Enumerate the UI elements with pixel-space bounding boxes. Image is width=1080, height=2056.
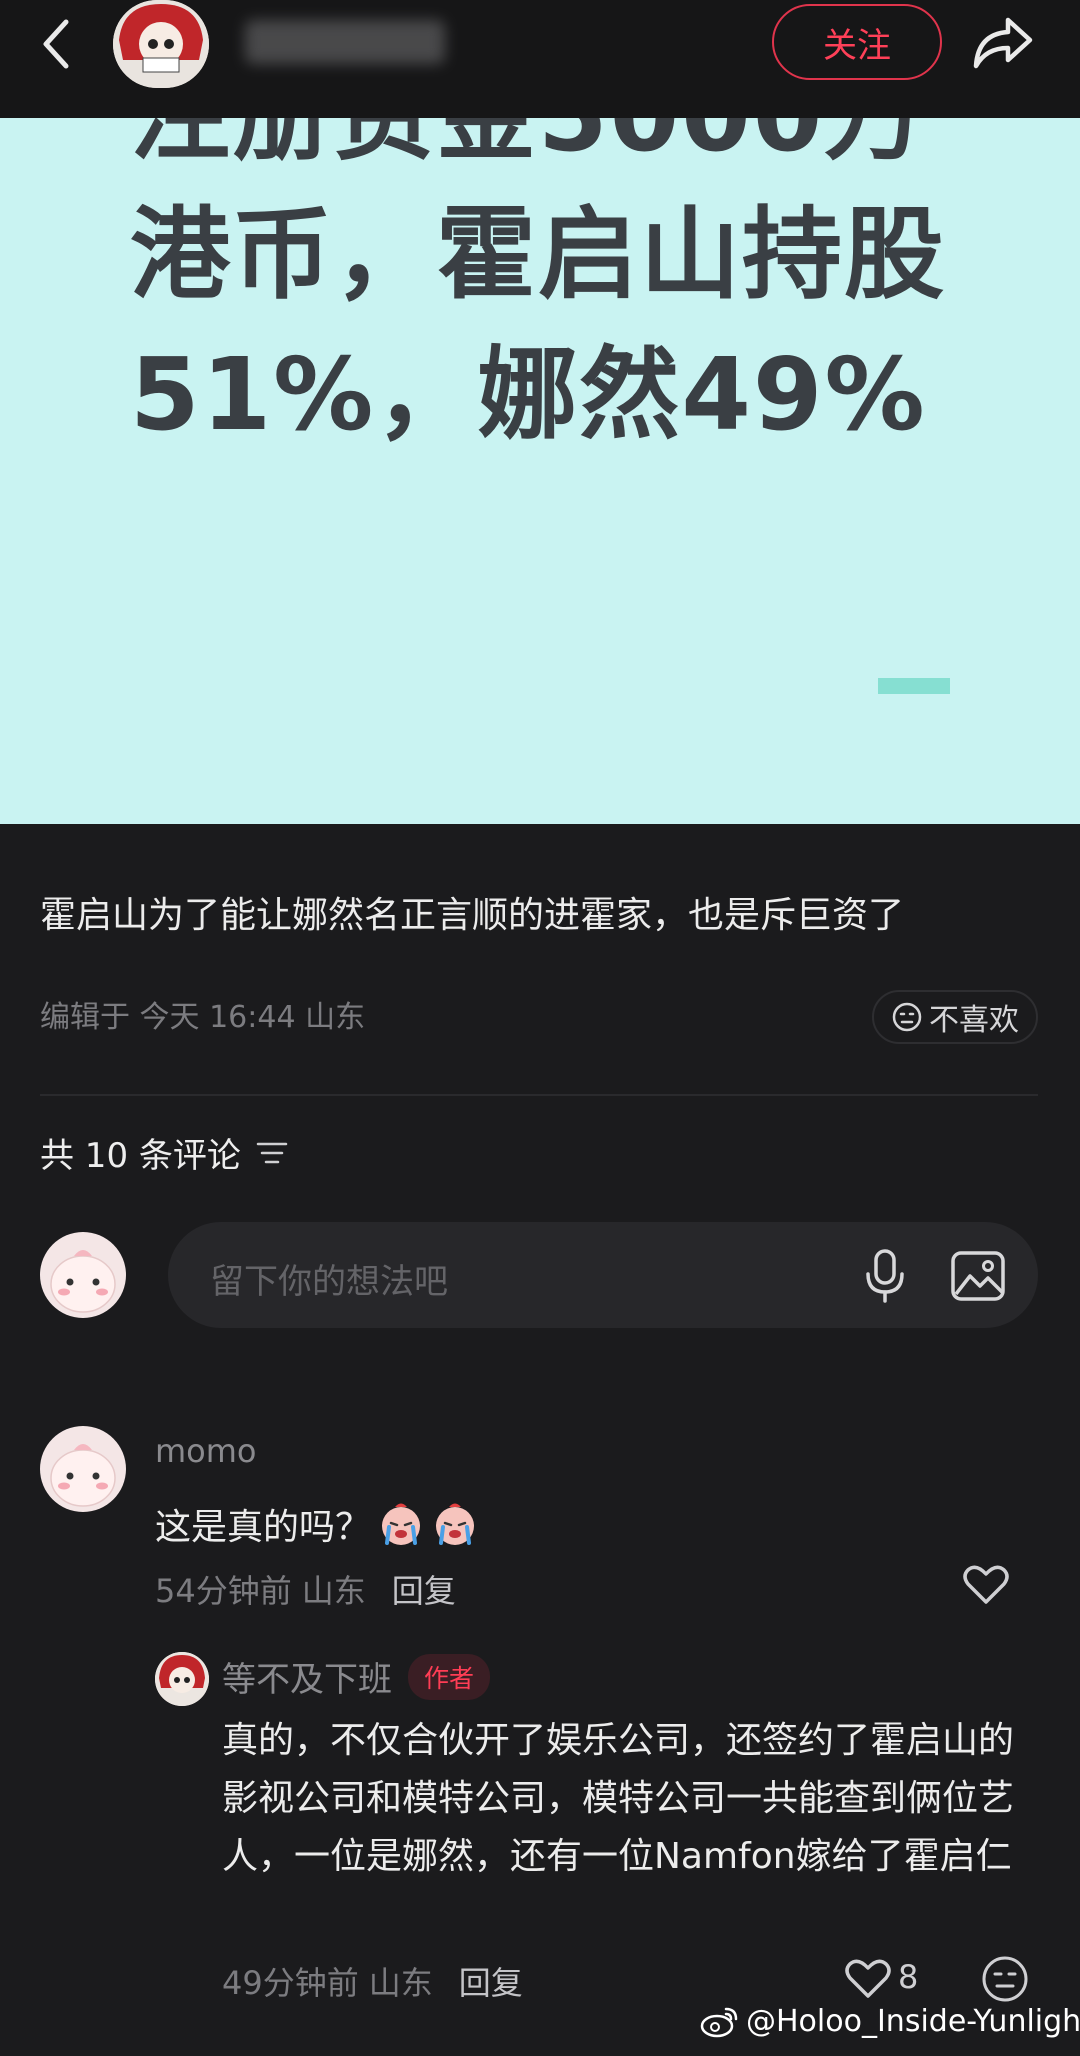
reply-author-avatar[interactable] [155,1652,209,1706]
post-image-text-line: 注册资金5000万 [130,118,926,179]
dislike-label: 不喜欢 [929,1003,1019,1038]
commenter-name[interactable]: momo [155,1432,257,1470]
heart-icon[interactable] [962,1562,1010,1606]
reply-time: 49分钟前 [222,1964,359,2002]
comment-time: 54分钟前 [155,1572,292,1610]
top-bar: 关注 [0,0,1080,118]
crying-emoji-icon [382,1503,421,1545]
post-image-text-line: 港币，霍启山持股 [130,196,946,313]
post-caption: 霍启山为了能让娜然名正言顺的进霍家，也是斥巨资了 [40,895,905,936]
chevron-left-icon[interactable] [36,14,76,74]
reply-text: 真的，不仅合伙开了娱乐公司，还签约了霍启山的影视公司和模特公司，模特公司一共能查… [222,1720,1015,1877]
image-picker-icon[interactable] [950,1250,1006,1302]
neutral-face-icon [892,1002,922,1032]
post-image-text-line: 51%，娜然49% [130,336,927,453]
comment-meta: 54分钟前 山东 回复 [155,1566,456,1612]
reply-author-name[interactable]: 等不及下班 [222,1652,392,1701]
like-count: 8 [898,1958,919,1996]
follow-button[interactable]: 关注 [772,4,942,80]
crying-emoji-icon [436,1503,475,1545]
dislike-face-icon[interactable] [980,1954,1030,2004]
comment-location: 山东 [301,1572,366,1610]
post-image[interactable]: 注册资金5000万 港币，霍启山持股 51%，娜然49% [0,118,1080,824]
comment-input[interactable]: 留下你的想法吧 [168,1222,1038,1328]
post-meta: 编辑于 今天 16:44 山东 [40,1000,366,1035]
comment-text: 这是真的吗？ [155,1498,479,1550]
heart-icon[interactable] [844,1956,892,2000]
image-indicator [878,678,950,694]
microphone-icon[interactable] [860,1248,910,1304]
author-avatar[interactable] [113,0,209,88]
weibo-watermark: @Holoo_Inside-Yunlight [700,2004,1080,2039]
share-arrow-icon[interactable] [968,10,1038,76]
watermark-text: @Holoo_Inside-Yunlight [746,2004,1080,2039]
commenter-avatar[interactable] [40,1426,126,1512]
comment-count-header: 共 10 条评论 [40,1128,289,1177]
author-badge: 作者 [408,1653,491,1700]
sort-filter-icon[interactable] [255,1139,289,1167]
reply-author: 等不及下班 作者 [222,1652,491,1701]
my-avatar [40,1232,126,1318]
comment-count: 共 10 条评论 [40,1136,241,1176]
comment-input-placeholder: 留下你的想法吧 [210,1262,448,1302]
reply-meta: 49分钟前 山东 回复 [222,1958,523,2004]
comment-text-content: 这是真的吗？ [155,1507,372,1548]
reply-location: 山东 [368,1964,433,2002]
divider [40,1094,1038,1096]
dislike-button[interactable]: 不喜欢 [872,990,1038,1044]
reply-button[interactable]: 回复 [459,1958,523,2004]
weibo-logo-icon [700,2007,738,2037]
author-name-blurred[interactable] [245,20,445,64]
reply-button[interactable]: 回复 [392,1566,456,1612]
